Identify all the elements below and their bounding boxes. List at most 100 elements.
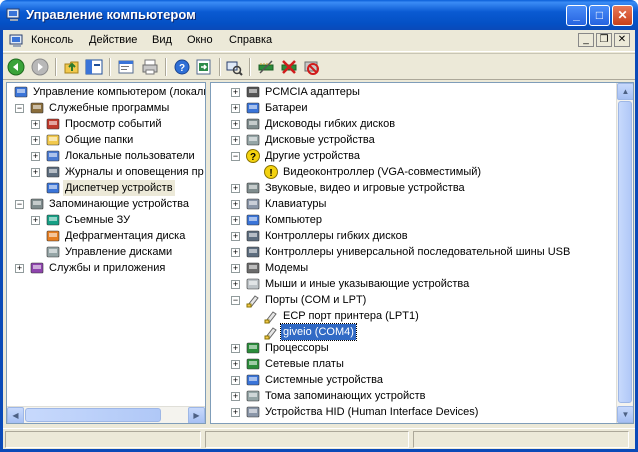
expand-button[interactable]: + — [231, 360, 240, 369]
expand-button[interactable]: + — [231, 200, 240, 209]
expand-button[interactable]: + — [31, 216, 40, 225]
uninstall-device-icon[interactable] — [303, 58, 321, 76]
device-tree-item[interactable]: + Дисковые устройства — [211, 132, 615, 148]
console-tree-item[interactable]: + Локальные пользователи — [7, 148, 205, 164]
tree-item-label: Дефрагментация диска — [65, 230, 186, 242]
menu-view[interactable]: Вид — [152, 34, 172, 46]
expand-button[interactable]: + — [31, 120, 40, 129]
expand-button[interactable]: + — [15, 264, 24, 273]
scroll-up-button[interactable]: ▲ — [617, 83, 633, 100]
mdi-restore-button[interactable]: ❐ — [596, 33, 612, 47]
toolbar-separator — [219, 58, 220, 76]
expand-button[interactable]: + — [231, 280, 240, 289]
console-tree-item[interactable]: + Съемные ЗУ — [7, 212, 205, 228]
device-tree-item[interactable]: + Процессоры — [211, 340, 615, 356]
scroll-left-button[interactable]: ◀ — [7, 407, 24, 423]
device-tree-item[interactable]: + Компьютер — [211, 212, 615, 228]
minimize-button[interactable]: _ — [566, 5, 587, 26]
console-tree-item[interactable]: Управление компьютером (локаль — [7, 84, 205, 100]
expand-button[interactable]: + — [231, 344, 240, 353]
device-tree-item[interactable]: + Сетевые платы — [211, 356, 615, 372]
menu-help[interactable]: Справка — [229, 34, 272, 46]
console-tree-item[interactable]: Дефрагментация диска — [7, 228, 205, 244]
device-tree-item[interactable]: + Мыши и иные указывающие устройства — [211, 276, 615, 292]
mdi-minimize-button[interactable]: _ — [578, 33, 594, 47]
device-tree-item[interactable]: − Порты (COM и LPT) — [211, 292, 615, 308]
disable-device-icon[interactable] — [280, 58, 298, 76]
expand-button[interactable]: + — [231, 120, 240, 129]
expand-button[interactable]: + — [31, 152, 40, 161]
device-tree-item[interactable]: + Батареи — [211, 100, 615, 116]
device-tree-item[interactable]: + Устройства HID (Human Interface Devices… — [211, 404, 615, 420]
expand-button[interactable]: + — [31, 136, 40, 145]
expand-button[interactable]: + — [231, 136, 240, 145]
console-tree-item[interactable]: + Просмотр событий — [7, 116, 205, 132]
scroll-down-button[interactable]: ▼ — [617, 406, 633, 423]
tree-item-label: Мыши и иные указывающие устройства — [265, 278, 470, 290]
device-tree-item[interactable]: + Дисководы гибких дисков — [211, 116, 615, 132]
device-tree-item[interactable]: ! Видеоконтроллер (VGA-совместимый) — [211, 164, 615, 180]
help-icon[interactable]: ? — [173, 58, 191, 76]
console-tree-item[interactable]: Управление дисками — [7, 244, 205, 260]
console-tree-item[interactable]: + Общие папки — [7, 132, 205, 148]
expand-button[interactable]: + — [231, 248, 240, 257]
scroll-right-button[interactable]: ▶ — [188, 407, 205, 423]
expand-button[interactable]: + — [231, 232, 240, 241]
floppy-drive-icon — [245, 116, 261, 132]
device-tree-item[interactable]: −? Другие устройства — [211, 148, 615, 164]
expand-button[interactable]: + — [231, 184, 240, 193]
device-tree-pane[interactable]: + PCMCIA адаптеры + Батареи + Дисководы гибки… — [210, 82, 634, 424]
show-tree-icon[interactable] — [85, 58, 103, 76]
scroll-thumb[interactable] — [25, 408, 161, 422]
properties-icon[interactable] — [117, 58, 135, 76]
horizontal-scrollbar[interactable]: ◀ ▶ — [7, 406, 205, 423]
device-tree-item[interactable]: ECP порт принтера (LPT1) — [211, 308, 615, 324]
title-bar[interactable]: Управление компьютером _ □ ✕ — [0, 0, 638, 30]
console-tree-item[interactable]: − Запоминающие устройства — [7, 196, 205, 212]
update-driver-icon[interactable] — [257, 58, 275, 76]
vertical-scrollbar[interactable]: ▲ ▼ — [616, 83, 633, 423]
expand-button[interactable]: + — [231, 392, 240, 401]
close-button[interactable]: ✕ — [612, 5, 633, 26]
collapse-button[interactable]: − — [231, 296, 240, 305]
tree-item-label: Порты (COM и LPT) — [265, 294, 367, 306]
device-tree-item[interactable]: + Модемы — [211, 260, 615, 276]
forward-icon[interactable] — [31, 58, 49, 76]
device-tree-item[interactable]: + Системные устройства — [211, 372, 615, 388]
device-tree-item[interactable]: + Контроллеры гибких дисков — [211, 228, 615, 244]
collapse-button[interactable]: − — [15, 104, 24, 113]
expand-button[interactable]: + — [31, 168, 40, 177]
expand-button[interactable]: + — [231, 104, 240, 113]
console-tree-item[interactable]: Диспетчер устройств — [7, 180, 205, 196]
export-list-icon[interactable] — [195, 58, 213, 76]
expand-button[interactable]: + — [231, 264, 240, 273]
expand-button[interactable]: + — [231, 408, 240, 417]
device-tree-item[interactable]: giveio (COM4) — [211, 323, 615, 341]
menu-console[interactable]: Консоль — [31, 34, 73, 46]
console-tree-pane[interactable]: Управление компьютером (локаль − Служебные… — [6, 82, 206, 424]
console-tree-item[interactable]: − Служебные программы — [7, 100, 205, 116]
collapse-button[interactable]: − — [15, 200, 24, 209]
device-tree-item[interactable]: + Контроллеры универсальной последователь… — [211, 244, 615, 260]
up-folder-icon[interactable] — [63, 58, 81, 76]
console-tree-item[interactable]: + Журналы и оповещения пр — [7, 164, 205, 180]
device-tree-item[interactable]: + PCMCIA адаптеры — [211, 84, 615, 100]
console-menu-icon[interactable] — [9, 33, 25, 49]
print-icon[interactable] — [141, 58, 159, 76]
menu-window[interactable]: Окно — [187, 34, 213, 46]
maximize-button[interactable]: □ — [589, 5, 610, 26]
expand-button[interactable]: + — [231, 88, 240, 97]
tree-item-label: Журналы и оповещения пр — [65, 166, 204, 178]
scan-hardware-icon[interactable] — [225, 58, 243, 76]
device-tree-item[interactable]: + Клавиатуры — [211, 196, 615, 212]
expand-button[interactable]: + — [231, 216, 240, 225]
scroll-thumb[interactable] — [618, 101, 632, 403]
mdi-close-button[interactable]: ✕ — [614, 33, 630, 47]
collapse-button[interactable]: − — [231, 152, 240, 161]
expand-button[interactable]: + — [231, 376, 240, 385]
console-tree-item[interactable]: + Службы и приложения — [7, 260, 205, 276]
device-tree-item[interactable]: + Тома запоминающих устройств — [211, 388, 615, 404]
device-tree-item[interactable]: + Звуковые, видео и игровые устройства — [211, 180, 615, 196]
back-icon[interactable] — [7, 58, 25, 76]
menu-action[interactable]: Действие — [89, 34, 137, 46]
